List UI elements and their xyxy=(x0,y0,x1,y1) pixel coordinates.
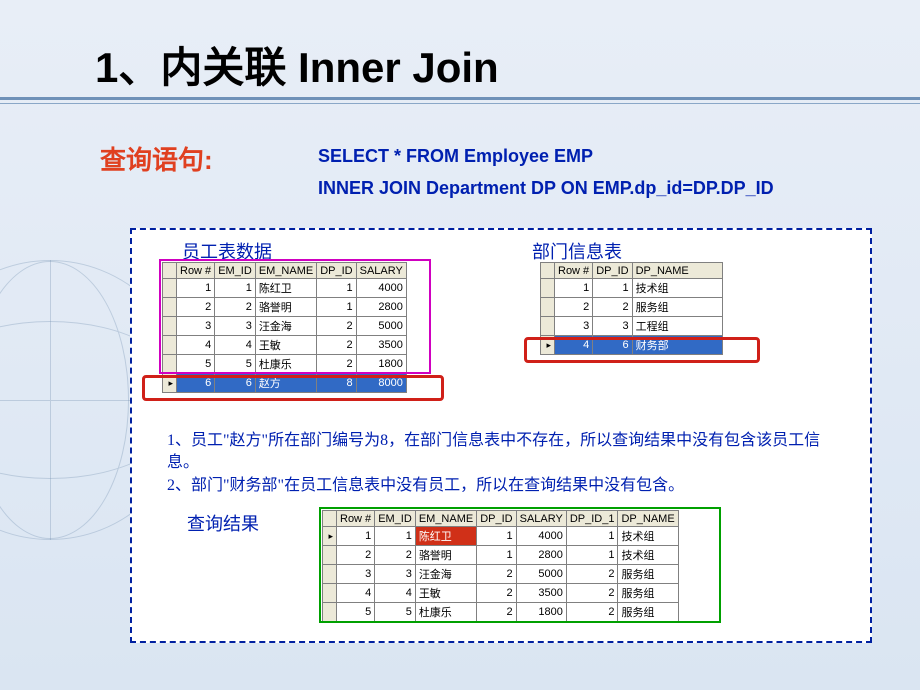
table-row: 44王敏23500 xyxy=(163,336,407,355)
table-header-row: Row #EM_IDEM_NAMEDP_IDSALARYDP_ID_1DP_NA… xyxy=(323,511,679,527)
slide-title: 1、内关联 Inner Join xyxy=(95,34,499,95)
table-row-selected: 46财务部 xyxy=(541,336,723,355)
sql-line-1: SELECT * FROM Employee EMP xyxy=(318,140,774,172)
table-row: 11技术组 xyxy=(541,279,723,298)
table-row: 33汪金海25000 xyxy=(163,317,407,336)
department-table: Row #DP_IDDP_NAME 11技术组 22服务组 33工程组 46财务… xyxy=(540,262,723,355)
table-row: 44王敏235002服务组 xyxy=(323,584,679,603)
note-1: 1、员工"赵方"所在部门编号为8，在部门信息表中不存在，所以查询结果中没有包含该… xyxy=(167,430,850,475)
table-row: 33工程组 xyxy=(541,317,723,336)
table-row: 55杜康乐218002服务组 xyxy=(323,603,679,622)
sql-block: SELECT * FROM Employee EMP INNER JOIN De… xyxy=(318,140,774,205)
table-row-selected: 66赵方88000 xyxy=(163,374,407,393)
explanation-notes: 1、员工"赵方"所在部门编号为8，在部门信息表中不存在，所以查询结果中没有包含该… xyxy=(167,430,850,497)
table-row: 33汪金海250002服务组 xyxy=(323,565,679,584)
table-row: 22骆誉明128001技术组 xyxy=(323,546,679,565)
employee-table-title: 员工表数据 xyxy=(182,238,272,264)
table-row: 22骆誉明12800 xyxy=(163,298,407,317)
sql-line-2: INNER JOIN Department DP ON EMP.dp_id=DP… xyxy=(318,172,774,204)
note-2: 2、部门"财务部"在员工信息表中没有员工，所以在查询结果中没有包含。 xyxy=(167,475,850,497)
department-table-title: 部门信息表 xyxy=(532,238,622,264)
table-row: 11陈红卫14000 xyxy=(163,279,407,298)
table-header-row: Row #DP_IDDP_NAME xyxy=(541,263,723,279)
result-title: 查询结果 xyxy=(187,510,259,536)
table-row: 55杜康乐21800 xyxy=(163,355,407,374)
employee-table: Row #EM_IDEM_NAMEDP_IDSALARY 11陈红卫14000 … xyxy=(162,262,407,393)
table-row: 22服务组 xyxy=(541,298,723,317)
table-header-row: Row #EM_IDEM_NAMEDP_IDSALARY xyxy=(163,263,407,279)
table-row: 11陈红卫140001技术组 xyxy=(323,527,679,546)
query-label: 查询语句: xyxy=(100,140,213,177)
content-box: 员工表数据 部门信息表 Row #EM_IDEM_NAMEDP_IDSALARY… xyxy=(130,228,872,643)
result-table: Row #EM_IDEM_NAMEDP_IDSALARYDP_ID_1DP_NA… xyxy=(322,510,679,622)
